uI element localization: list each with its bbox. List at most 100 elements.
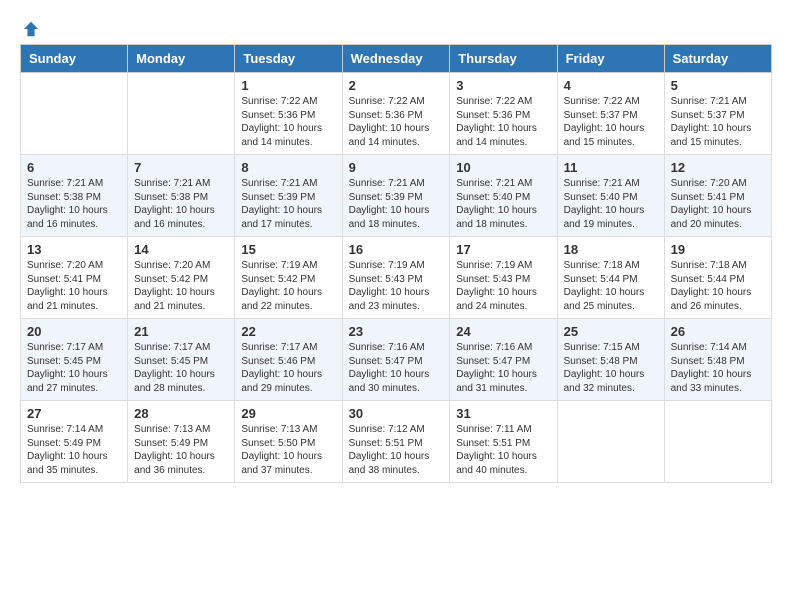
calendar-week-row: 6 Sunrise: 7:21 AMSunset: 5:38 PMDaylight… bbox=[21, 155, 772, 237]
calendar-header-row: SundayMondayTuesdayWednesdayThursdayFrid… bbox=[21, 45, 772, 73]
cell-info: Sunrise: 7:17 AMSunset: 5:46 PMDaylight:… bbox=[241, 341, 335, 395]
calendar-cell: 5 Sunrise: 7:21 AMSunset: 5:37 PMDaylight… bbox=[664, 73, 771, 155]
calendar-cell: 2Sunrise: 7:22 AMSunset: 5:36 PMDaylight… bbox=[342, 73, 450, 155]
calendar-table: SundayMondayTuesdayWednesdayThursdayFrid… bbox=[20, 44, 772, 483]
cell-info: Sunrise: 7:21 AMSunset: 5:37 PMDaylight:… bbox=[671, 95, 765, 149]
day-number: 21 bbox=[134, 324, 228, 339]
cell-info: Sunrise: 7:12 AMSunset: 5:51 PMDaylight:… bbox=[349, 423, 444, 477]
day-number: 1 bbox=[241, 78, 335, 93]
day-number: 3 bbox=[456, 78, 550, 93]
day-number: 30 bbox=[349, 406, 444, 421]
day-header-monday: Monday bbox=[128, 45, 235, 73]
calendar-cell: 1 Sunrise: 7:22 AMSunset: 5:36 PMDaylight… bbox=[235, 73, 342, 155]
cell-info: Sunrise: 7:21 AMSunset: 5:39 PMDaylight:… bbox=[241, 177, 335, 231]
calendar-cell: 18 Sunrise: 7:18 AMSunset: 5:44 PMDayligh… bbox=[557, 237, 664, 319]
day-number: 6 bbox=[27, 160, 121, 175]
calendar-cell: 28 Sunrise: 7:13 AMSunset: 5:49 PMDayligh… bbox=[128, 401, 235, 483]
day-number: 10 bbox=[456, 160, 550, 175]
day-number: 2 bbox=[349, 78, 444, 93]
calendar-week-row: 13 Sunrise: 7:20 AMSunset: 5:41 PMDayligh… bbox=[21, 237, 772, 319]
calendar-cell: 11 Sunrise: 7:21 AMSunset: 5:40 PMDayligh… bbox=[557, 155, 664, 237]
calendar-week-row: 20 Sunrise: 7:17 AMSunset: 5:45 PMDayligh… bbox=[21, 319, 772, 401]
cell-info: Sunrise: 7:20 AMSunset: 5:42 PMDaylight:… bbox=[134, 259, 228, 313]
calendar-cell: 6Sunrise: 7:21 AMSunset: 5:38 PMDaylight… bbox=[21, 155, 128, 237]
logo-icon bbox=[22, 20, 40, 38]
day-number: 8 bbox=[241, 160, 335, 175]
day-number: 13 bbox=[27, 242, 121, 257]
page-header bbox=[20, 20, 772, 34]
calendar-cell: 13 Sunrise: 7:20 AMSunset: 5:41 PMDayligh… bbox=[21, 237, 128, 319]
day-number: 25 bbox=[564, 324, 658, 339]
calendar-cell: 3 Sunrise: 7:22 AMSunset: 5:36 PMDaylight… bbox=[450, 73, 557, 155]
day-number: 28 bbox=[134, 406, 228, 421]
cell-info: Sunrise: 7:22 AMSunset: 5:36 PMDaylight:… bbox=[456, 95, 550, 149]
cell-info: Sunrise: 7:22 AMSunset: 5:37 PMDaylight:… bbox=[564, 95, 658, 149]
cell-info: Sunrise: 7:20 AMSunset: 5:41 PMDaylight:… bbox=[671, 177, 765, 231]
day-number: 16 bbox=[349, 242, 444, 257]
calendar-cell: 10 Sunrise: 7:21 AMSunset: 5:40 PMDayligh… bbox=[450, 155, 557, 237]
day-header-tuesday: Tuesday bbox=[235, 45, 342, 73]
calendar-cell: 14 Sunrise: 7:20 AMSunset: 5:42 PMDayligh… bbox=[128, 237, 235, 319]
day-header-thursday: Thursday bbox=[450, 45, 557, 73]
day-number: 31 bbox=[456, 406, 550, 421]
cell-info: Sunrise: 7:20 AMSunset: 5:41 PMDaylight:… bbox=[27, 259, 121, 313]
calendar-cell: 27 Sunrise: 7:14 AMSunset: 5:49 PMDayligh… bbox=[21, 401, 128, 483]
calendar-cell: 21 Sunrise: 7:17 AMSunset: 5:45 PMDayligh… bbox=[128, 319, 235, 401]
calendar-cell: 17 Sunrise: 7:19 AMSunset: 5:43 PMDayligh… bbox=[450, 237, 557, 319]
day-number: 9 bbox=[349, 160, 444, 175]
cell-info: Sunrise: 7:18 AMSunset: 5:44 PMDaylight:… bbox=[671, 259, 765, 313]
calendar-cell bbox=[557, 401, 664, 483]
day-number: 4 bbox=[564, 78, 658, 93]
calendar-cell: 7 Sunrise: 7:21 AMSunset: 5:38 PMDaylight… bbox=[128, 155, 235, 237]
day-number: 27 bbox=[27, 406, 121, 421]
cell-info: Sunrise: 7:16 AMSunset: 5:47 PMDaylight:… bbox=[349, 341, 444, 395]
day-header-saturday: Saturday bbox=[664, 45, 771, 73]
day-number: 15 bbox=[241, 242, 335, 257]
calendar-cell bbox=[664, 401, 771, 483]
calendar-cell: 16 Sunrise: 7:19 AMSunset: 5:43 PMDayligh… bbox=[342, 237, 450, 319]
calendar-cell bbox=[128, 73, 235, 155]
day-number: 7 bbox=[134, 160, 228, 175]
day-number: 19 bbox=[671, 242, 765, 257]
day-number: 14 bbox=[134, 242, 228, 257]
cell-info: Sunrise: 7:19 AMSunset: 5:43 PMDaylight:… bbox=[349, 259, 444, 313]
cell-info: Sunrise: 7:22 AMSunset: 5:36 PMDaylight:… bbox=[241, 95, 335, 149]
cell-info: Sunrise: 7:18 AMSunset: 5:44 PMDaylight:… bbox=[564, 259, 658, 313]
calendar-cell: 29Sunrise: 7:13 AMSunset: 5:50 PMDayligh… bbox=[235, 401, 342, 483]
day-number: 18 bbox=[564, 242, 658, 257]
cell-info: Sunrise: 7:19 AMSunset: 5:43 PMDaylight:… bbox=[456, 259, 550, 313]
calendar-cell: 31Sunrise: 7:11 AMSunset: 5:51 PMDayligh… bbox=[450, 401, 557, 483]
calendar-cell: 25 Sunrise: 7:15 AMSunset: 5:48 PMDayligh… bbox=[557, 319, 664, 401]
day-header-friday: Friday bbox=[557, 45, 664, 73]
day-number: 5 bbox=[671, 78, 765, 93]
calendar-week-row: 27 Sunrise: 7:14 AMSunset: 5:49 PMDayligh… bbox=[21, 401, 772, 483]
cell-info: Sunrise: 7:16 AMSunset: 5:47 PMDaylight:… bbox=[456, 341, 550, 395]
cell-info: Sunrise: 7:21 AMSunset: 5:38 PMDaylight:… bbox=[134, 177, 228, 231]
calendar-week-row: 1 Sunrise: 7:22 AMSunset: 5:36 PMDaylight… bbox=[21, 73, 772, 155]
calendar-cell: 12 Sunrise: 7:20 AMSunset: 5:41 PMDayligh… bbox=[664, 155, 771, 237]
logo bbox=[20, 20, 40, 34]
cell-info: Sunrise: 7:15 AMSunset: 5:48 PMDaylight:… bbox=[564, 341, 658, 395]
day-number: 26 bbox=[671, 324, 765, 339]
cell-info: Sunrise: 7:14 AMSunset: 5:49 PMDaylight:… bbox=[27, 423, 121, 477]
day-number: 11 bbox=[564, 160, 658, 175]
calendar-cell: 26Sunrise: 7:14 AMSunset: 5:48 PMDayligh… bbox=[664, 319, 771, 401]
cell-info: Sunrise: 7:17 AMSunset: 5:45 PMDaylight:… bbox=[134, 341, 228, 395]
calendar-cell: 20Sunrise: 7:17 AMSunset: 5:45 PMDayligh… bbox=[21, 319, 128, 401]
cell-info: Sunrise: 7:21 AMSunset: 5:40 PMDaylight:… bbox=[564, 177, 658, 231]
calendar-cell: 19 Sunrise: 7:18 AMSunset: 5:44 PMDayligh… bbox=[664, 237, 771, 319]
day-header-wednesday: Wednesday bbox=[342, 45, 450, 73]
calendar-cell: 9 Sunrise: 7:21 AMSunset: 5:39 PMDaylight… bbox=[342, 155, 450, 237]
calendar-cell: 24Sunrise: 7:16 AMSunset: 5:47 PMDayligh… bbox=[450, 319, 557, 401]
day-number: 17 bbox=[456, 242, 550, 257]
cell-info: Sunrise: 7:21 AMSunset: 5:39 PMDaylight:… bbox=[349, 177, 444, 231]
calendar-cell: 15Sunrise: 7:19 AMSunset: 5:42 PMDayligh… bbox=[235, 237, 342, 319]
cell-info: Sunrise: 7:13 AMSunset: 5:49 PMDaylight:… bbox=[134, 423, 228, 477]
day-number: 12 bbox=[671, 160, 765, 175]
day-number: 20 bbox=[27, 324, 121, 339]
day-header-sunday: Sunday bbox=[21, 45, 128, 73]
day-number: 22 bbox=[241, 324, 335, 339]
cell-info: Sunrise: 7:21 AMSunset: 5:40 PMDaylight:… bbox=[456, 177, 550, 231]
calendar-cell: 30 Sunrise: 7:12 AMSunset: 5:51 PMDayligh… bbox=[342, 401, 450, 483]
calendar-cell: 4 Sunrise: 7:22 AMSunset: 5:37 PMDaylight… bbox=[557, 73, 664, 155]
